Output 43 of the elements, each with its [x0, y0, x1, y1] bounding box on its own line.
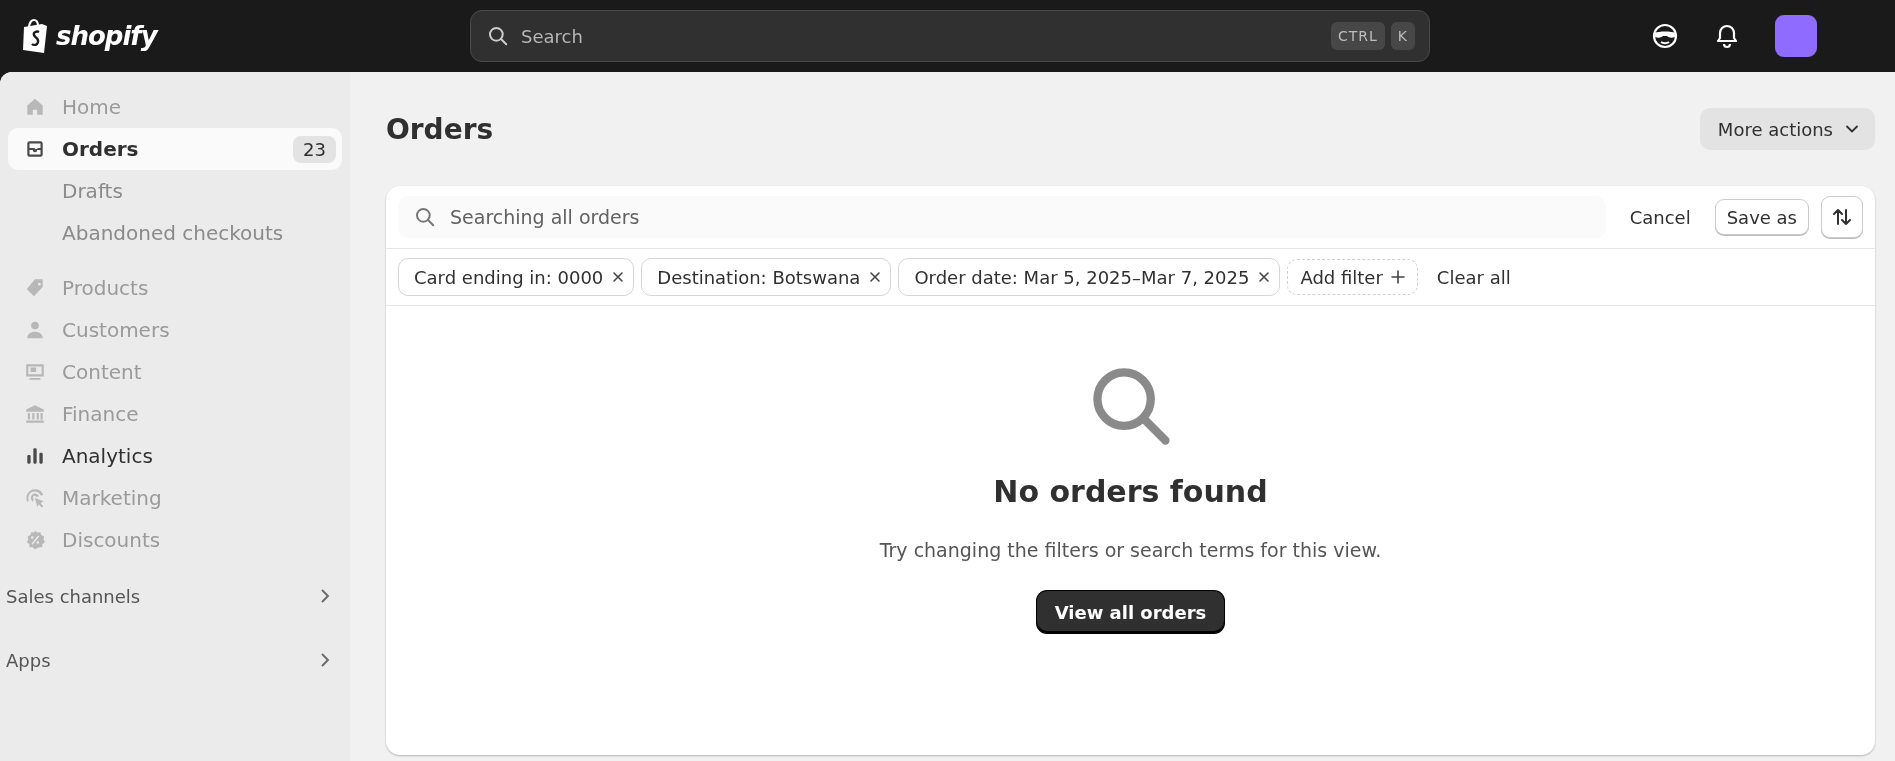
shopify-logo-text: shopify: [56, 21, 157, 51]
empty-state-title: No orders found: [993, 474, 1268, 509]
section-heading[interactable]: Apps: [6, 649, 51, 671]
keyboard-key: CTRL: [1330, 22, 1385, 50]
sidebar-item[interactable]: Analytics: [8, 435, 342, 477]
order-search-input[interactable]: Searching all orders: [448, 205, 1590, 229]
mask-face-icon[interactable]: [1651, 22, 1679, 50]
view-all-orders-button[interactable]: View all orders: [1036, 591, 1225, 633]
filter-chip[interactable]: Card ending in: 0000: [398, 258, 635, 296]
close-icon[interactable]: [868, 270, 883, 284]
order-search-field[interactable]: Searching all orders: [398, 196, 1606, 238]
empty-state-description: Try changing the filters or search terms for this view.: [879, 539, 1382, 561]
close-icon[interactable]: [611, 270, 626, 284]
nav-icon: [24, 96, 46, 118]
avatar[interactable]: [1775, 15, 1817, 57]
section-heading[interactable]: Sales channels: [6, 585, 141, 607]
keyboard-key: K: [1390, 22, 1415, 50]
shopping-bag-logo-icon: [20, 18, 50, 54]
page-title: Orders: [386, 112, 494, 146]
count-badge: 23: [293, 135, 336, 163]
nav-icon: [24, 529, 46, 551]
nav-icon: [24, 487, 46, 509]
cancel-button[interactable]: Cancel: [1617, 206, 1703, 228]
clear-all-button[interactable]: Clear all: [1424, 266, 1523, 288]
nav-icon: [24, 403, 46, 425]
search-icon: [487, 25, 509, 47]
nav-icon: [24, 138, 46, 160]
save-as-button[interactable]: Save as: [1714, 199, 1809, 235]
nav-icon: [24, 319, 46, 341]
more-actions-button[interactable]: More actions: [1699, 108, 1875, 150]
nav-icon: [24, 361, 46, 383]
plus-icon: [1390, 270, 1405, 284]
search-icon: [414, 206, 436, 228]
nav-icon: [24, 445, 46, 467]
filter-chip[interactable]: Destination: Botswana: [641, 258, 892, 296]
sort-button[interactable]: [1821, 196, 1863, 238]
sidebar-item[interactable]: Orders 23: [8, 128, 342, 170]
search-field[interactable]: Search CTRL K: [470, 10, 1430, 62]
filter-chip[interactable]: Order date: Mar 5, 2025–Mar 7, 2025: [898, 258, 1281, 296]
search-input[interactable]: Search: [519, 24, 1321, 48]
nav-icon: [24, 277, 46, 299]
add-filter-button[interactable]: Add filter: [1287, 259, 1418, 295]
close-icon[interactable]: [1257, 270, 1272, 284]
